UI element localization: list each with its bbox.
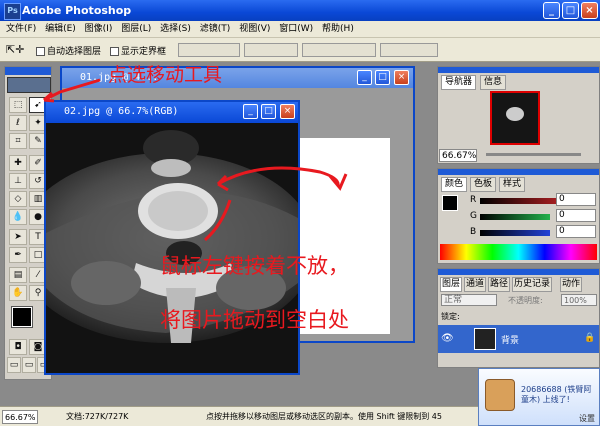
annotation-overlay: [43, 78, 348, 242]
annotation-arrow-tool: [43, 78, 101, 102]
annotation-tool-hint: 点选移动工具: [108, 64, 223, 86]
annotation-drag-hint-1: 鼠标左键按着不放，: [160, 254, 349, 278]
annotation-arrow-drag: [217, 166, 340, 187]
annotation-drag-hint-2: 将图片拖动到空白处: [160, 308, 349, 332]
annotation-pointer-line: [204, 199, 232, 242]
